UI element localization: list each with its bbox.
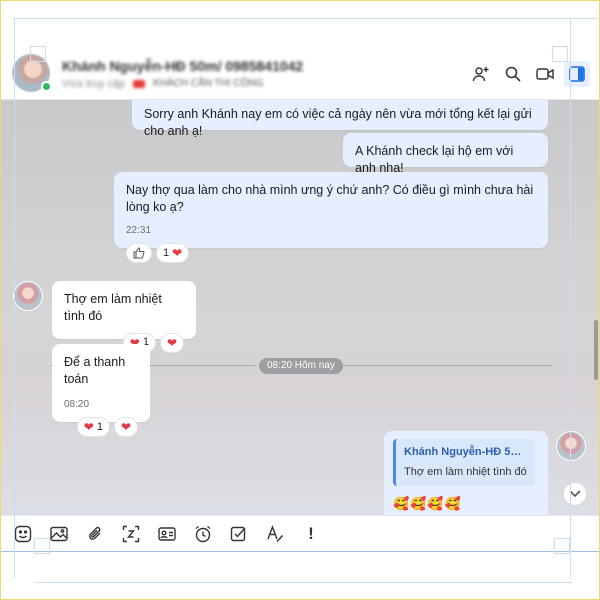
contact-avatar[interactable]: [12, 53, 52, 94]
reaction-row: 1 ❤: [126, 243, 536, 264]
sender-avatar[interactable]: [13, 281, 43, 311]
heart-icon: ❤: [166, 335, 177, 350]
quoted-message[interactable]: Khánh Nguyễn-HĐ 50m... Thợ em làm nhiệt …: [393, 439, 535, 486]
search-icon[interactable]: [500, 61, 526, 87]
message-bubble[interactable]: Nay thợ qua làm cho nhà mình ưng ý chứ a…: [114, 172, 548, 264]
last-seen-status: Vừa truy cập: [62, 77, 126, 90]
smiling-hearts-emoji: 🥰: [427, 495, 444, 511]
date-divider-line-right: [343, 365, 553, 366]
tag-color-icon: [133, 79, 146, 88]
image-icon[interactable]: [48, 523, 70, 545]
like-reaction-button[interactable]: [126, 243, 152, 264]
message-input-area[interactable]: [0, 551, 600, 600]
online-status-dot: [41, 80, 52, 92]
emoji-message: 🥰 🥰 🥰 🥰: [393, 495, 539, 513]
reminder-clock-icon[interactable]: [192, 523, 214, 545]
smiling-hearts-emoji: 🥰: [393, 495, 410, 511]
important-icon[interactable]: !: [300, 523, 322, 545]
message-bubble[interactable]: Để a thanh toán 08:20 ❤ 1 ❤: [52, 344, 150, 438]
heart-icon: ❤: [83, 420, 94, 435]
message-time: 08:20: [64, 398, 90, 410]
message-list[interactable]: Sorry anh Khánh nay em có việc cả ngày n…: [0, 100, 600, 515]
reaction-summary[interactable]: ❤ 1: [76, 417, 110, 438]
video-call-icon[interactable]: [532, 61, 558, 87]
quote-text: Thợ em làm nhiệt tình đó: [404, 465, 527, 478]
contact-info[interactable]: Khánh Nguyễn-HĐ 50m/ 0985841042 Vừa truy…: [62, 58, 468, 90]
message-text: Thợ em làm nhiệt tình đó: [64, 292, 162, 323]
message-time: 22:31: [126, 224, 152, 236]
sticker-icon[interactable]: [12, 523, 34, 545]
reaction-summary[interactable]: 1 ❤: [156, 243, 190, 264]
message-bubble[interactable]: Sorry anh Khánh nay em có việc cả ngày n…: [132, 100, 548, 138]
reaction-count: 1: [163, 246, 170, 259]
contact-card-icon[interactable]: [156, 523, 178, 545]
contact-subline: Vừa truy cập KHÁCH CẦN THI CÔNG: [62, 78, 468, 90]
message-text: A Khánh check lại hộ em với anh nha!: [355, 144, 514, 175]
frame-guide-top: [14, 18, 598, 19]
chat-header: Khánh Nguyễn-HĐ 50m/ 0985841042 Vừa truy…: [0, 48, 600, 100]
message-text: Nay thợ qua làm cho nhà mình ưng ý chứ a…: [126, 183, 534, 214]
message-bubble[interactable]: A Khánh check lại hộ em với anh nha!: [343, 133, 548, 175]
screenshot-icon[interactable]: [120, 523, 142, 545]
contact-tag[interactable]: KHÁCH CẦN THI CÔNG: [153, 78, 263, 89]
add-member-icon[interactable]: [468, 61, 494, 87]
thumbs-up-icon: [133, 247, 145, 259]
heart-reaction-button[interactable]: ❤: [159, 332, 184, 353]
reaction-count: 1: [96, 420, 103, 433]
smiling-hearts-emoji: 🥰: [410, 495, 427, 511]
scrollbar-thumb[interactable]: [594, 320, 598, 380]
contact-name: Khánh Nguyễn-HĐ 50m/ 0985841042: [62, 57, 304, 74]
chevron-down-icon: [569, 490, 581, 498]
smiling-hearts-emoji: 🥰: [444, 495, 461, 511]
reply-message-bubble[interactable]: Khánh Nguyễn-HĐ 50m... Thợ em làm nhiệt …: [384, 431, 548, 515]
heart-reaction-button[interactable]: ❤: [113, 417, 138, 438]
important-label: !: [308, 523, 314, 543]
text-format-icon[interactable]: [264, 523, 286, 545]
date-divider: 08:20 Hôm nay: [259, 358, 343, 374]
composer-toolbar: !: [0, 515, 600, 551]
message-bubble[interactable]: Thợ em làm nhiệt tình đó ❤ 1 ❤: [52, 281, 196, 353]
sidebar-toggle-icon[interactable]: [564, 60, 590, 87]
heart-icon: ❤: [172, 246, 183, 261]
scroll-to-bottom-button[interactable]: [563, 482, 587, 506]
attachment-icon[interactable]: [84, 523, 106, 545]
header-actions: [468, 60, 590, 87]
my-avatar[interactable]: [556, 431, 586, 461]
quote-sender-name: Khánh Nguyễn-HĐ 50m...: [404, 446, 527, 458]
task-icon[interactable]: [228, 523, 250, 545]
heart-icon: ❤: [120, 420, 131, 435]
message-text: Để a thanh toán: [64, 355, 126, 386]
reaction-row: ❤ 1 ❤: [64, 417, 138, 438]
